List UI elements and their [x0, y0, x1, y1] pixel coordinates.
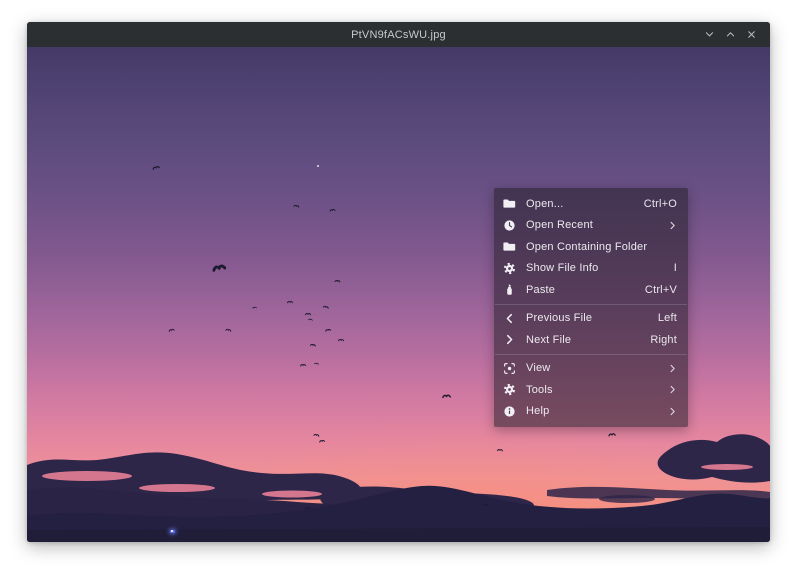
minimize-button[interactable] — [699, 22, 720, 47]
menu-item-label: Open... — [526, 198, 644, 210]
context-menu: Open...Ctrl+O Open Recent Open Containing … — [494, 188, 688, 427]
submenu-arrow-icon — [668, 221, 677, 230]
image-viewport[interactable]: Open...Ctrl+O Open Recent Open Containing … — [27, 47, 770, 542]
star-dot — [317, 165, 319, 167]
menu-item-label: Paste — [526, 284, 645, 296]
chevron-left-icon — [503, 312, 516, 325]
menu-item-help[interactable]: Help — [494, 401, 688, 423]
gear-icon — [503, 262, 516, 275]
folder-icon — [503, 197, 516, 210]
chevron-up-icon — [725, 29, 736, 40]
window-title: PtVN9fACsWU.jpg — [351, 29, 446, 41]
menu-item-label: Open Containing Folder — [526, 241, 677, 253]
title-bar[interactable]: PtVN9fACsWU.jpg — [27, 22, 770, 47]
image-viewer-window: PtVN9fACsWU.jpg — [27, 22, 770, 542]
menu-item-open-containing-folder[interactable]: Open Containing Folder — [494, 236, 688, 258]
submenu-arrow-icon — [668, 364, 677, 373]
view-icon — [503, 362, 516, 375]
menu-item-show-file-info[interactable]: Show File InfoI — [494, 258, 688, 280]
menu-separator — [495, 354, 687, 355]
window-controls — [699, 22, 762, 47]
menu-item-label: View — [526, 362, 668, 374]
menu-item-label: Tools — [526, 384, 668, 396]
menu-item-label: Previous File — [526, 312, 658, 324]
chevron-down-icon — [704, 29, 715, 40]
menu-item-label: Open Recent — [526, 219, 668, 231]
menu-separator — [495, 304, 687, 305]
x-icon — [746, 29, 757, 40]
close-button[interactable] — [741, 22, 762, 47]
menu-item-shortcut: Left — [658, 312, 677, 324]
menu-item-open[interactable]: Open...Ctrl+O — [494, 193, 688, 215]
submenu-arrow-icon — [668, 407, 677, 416]
chevron-right-icon — [503, 333, 516, 346]
menu-item-shortcut: Ctrl+O — [644, 198, 677, 210]
paste-icon — [503, 283, 516, 296]
menu-item-tools[interactable]: Tools — [494, 379, 688, 401]
menu-item-label: Next File — [526, 334, 650, 346]
info-icon — [503, 405, 516, 418]
submenu-arrow-icon — [668, 385, 677, 394]
distant-light — [170, 530, 175, 533]
folder-icon — [503, 240, 516, 253]
menu-item-previous-file[interactable]: Previous FileLeft — [494, 308, 688, 330]
maximize-button[interactable] — [720, 22, 741, 47]
menu-item-next-file[interactable]: Next FileRight — [494, 329, 688, 351]
menu-item-label: Help — [526, 405, 668, 417]
menu-item-open-recent[interactable]: Open Recent — [494, 215, 688, 237]
menu-item-view[interactable]: View — [494, 358, 688, 380]
menu-item-shortcut: Ctrl+V — [645, 284, 677, 296]
menu-item-shortcut: I — [674, 262, 677, 274]
menu-item-label: Show File Info — [526, 262, 674, 274]
clock-icon — [503, 219, 516, 232]
menu-item-paste[interactable]: PasteCtrl+V — [494, 279, 688, 301]
gear-icon — [503, 383, 516, 396]
menu-item-shortcut: Right — [650, 334, 677, 346]
